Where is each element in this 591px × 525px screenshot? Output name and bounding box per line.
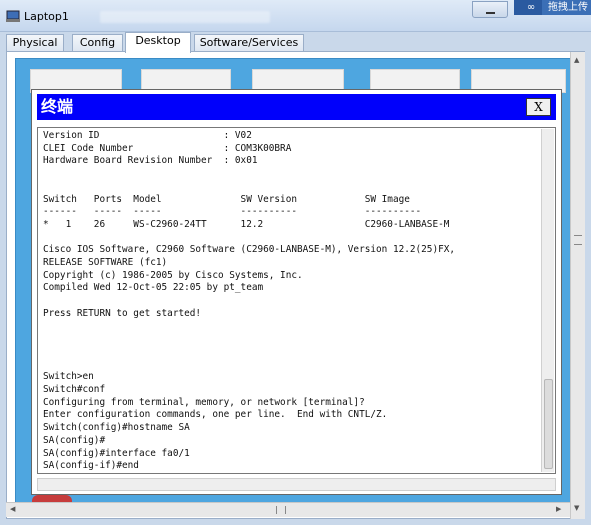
console-scroll-thumb[interactable] <box>544 379 553 469</box>
terminal-close-button[interactable]: X <box>526 98 551 116</box>
console-line: Copyright (c) 1986-2005 by Cisco Systems… <box>43 269 303 281</box>
terminal-window: 终端 X Version ID : V02 CLEI Code Number : … <box>31 89 562 495</box>
background-window-ghost <box>100 11 270 23</box>
desktop-area: 终端 X Version ID : V02 CLEI Code Number : … <box>15 58 578 514</box>
console-line: Cisco IOS Software, C2960 Software (C296… <box>43 244 456 256</box>
window-horizontal-scrollbar[interactable]: ◀ ▶ <box>6 502 570 517</box>
window-titlebar: Laptop1 ∞ 拖拽上传 <box>0 0 591 32</box>
minimize-button[interactable] <box>472 1 508 18</box>
app-icon <box>6 10 20 22</box>
infinity-icon: ∞ <box>514 0 542 15</box>
window-vertical-scrollbar[interactable]: ▲ ▼ <box>570 52 585 519</box>
console-line: SA(config)#interface fa0/1 <box>43 447 190 459</box>
console-line: Press RETURN to get started! <box>43 307 202 319</box>
tab-bar: Physical Config Desktop Software/Service… <box>0 32 591 53</box>
tab-desktop[interactable]: Desktop <box>125 32 191 53</box>
scroll-down-arrow-icon[interactable]: ▼ <box>574 504 579 512</box>
console-line: Hardware Board Revision Number : 0x01 <box>43 155 258 167</box>
console-line: SA# <box>43 473 543 474</box>
console-vertical-scrollbar[interactable] <box>541 129 554 472</box>
console-line: RELEASE SOFTWARE (fc1) <box>43 257 168 269</box>
console-area[interactable]: Version ID : V02 CLEI Code Number : COM3K… <box>37 127 556 474</box>
console-line: * 1 26 WS-C2960-24TT 12.2 C2960-LANBASE-… <box>43 218 450 230</box>
console-line: CLEI Code Number : COM3K00BRA <box>43 142 292 154</box>
console-line: Configuring from terminal, memory, or ne… <box>43 396 365 408</box>
console-line: Switch Ports Model SW Version SW Image <box>43 193 410 205</box>
console-output[interactable]: Version ID : V02 CLEI Code Number : COM3K… <box>43 130 543 474</box>
console-line: Switch#conf <box>43 384 106 396</box>
upload-overlay-label: 拖拽上传 <box>548 2 588 13</box>
tab-config[interactable]: Config <box>72 34 123 52</box>
console-line: Switch(config)#hostname SA <box>43 422 190 434</box>
upload-overlay[interactable]: ∞ 拖拽上传 <box>514 0 591 15</box>
console-line: Switch>en <box>43 371 94 383</box>
scroll-grip-icon[interactable] <box>574 235 582 245</box>
terminal-title: 终端 <box>41 97 74 116</box>
console-line: Compiled Wed 12-Oct-05 22:05 by pt_team <box>43 282 264 294</box>
scroll-grip-icon[interactable] <box>276 506 286 514</box>
scroll-right-arrow-icon[interactable]: ▶ <box>556 505 561 513</box>
scroll-left-arrow-icon[interactable]: ◀ <box>10 505 15 513</box>
console-line: Enter configuration commands, one per li… <box>43 409 388 421</box>
console-line: SA(config-if)#end <box>43 460 139 472</box>
desktop-panel: 终端 X Version ID : V02 CLEI Code Number : … <box>6 51 585 519</box>
terminal-header: 终端 X <box>37 94 556 120</box>
console-horizontal-scrollbar[interactable] <box>37 478 556 491</box>
console-line: Version ID : V02 <box>43 130 252 141</box>
window-title: Laptop1 <box>24 10 69 23</box>
tab-software-services[interactable]: Software/Services <box>194 34 304 52</box>
scroll-up-arrow-icon[interactable]: ▲ <box>574 56 579 64</box>
console-line: ------ ----- ----- ---------- ---------- <box>43 206 422 218</box>
tab-physical[interactable]: Physical <box>6 34 64 52</box>
console-line: SA(config)# <box>43 434 106 446</box>
